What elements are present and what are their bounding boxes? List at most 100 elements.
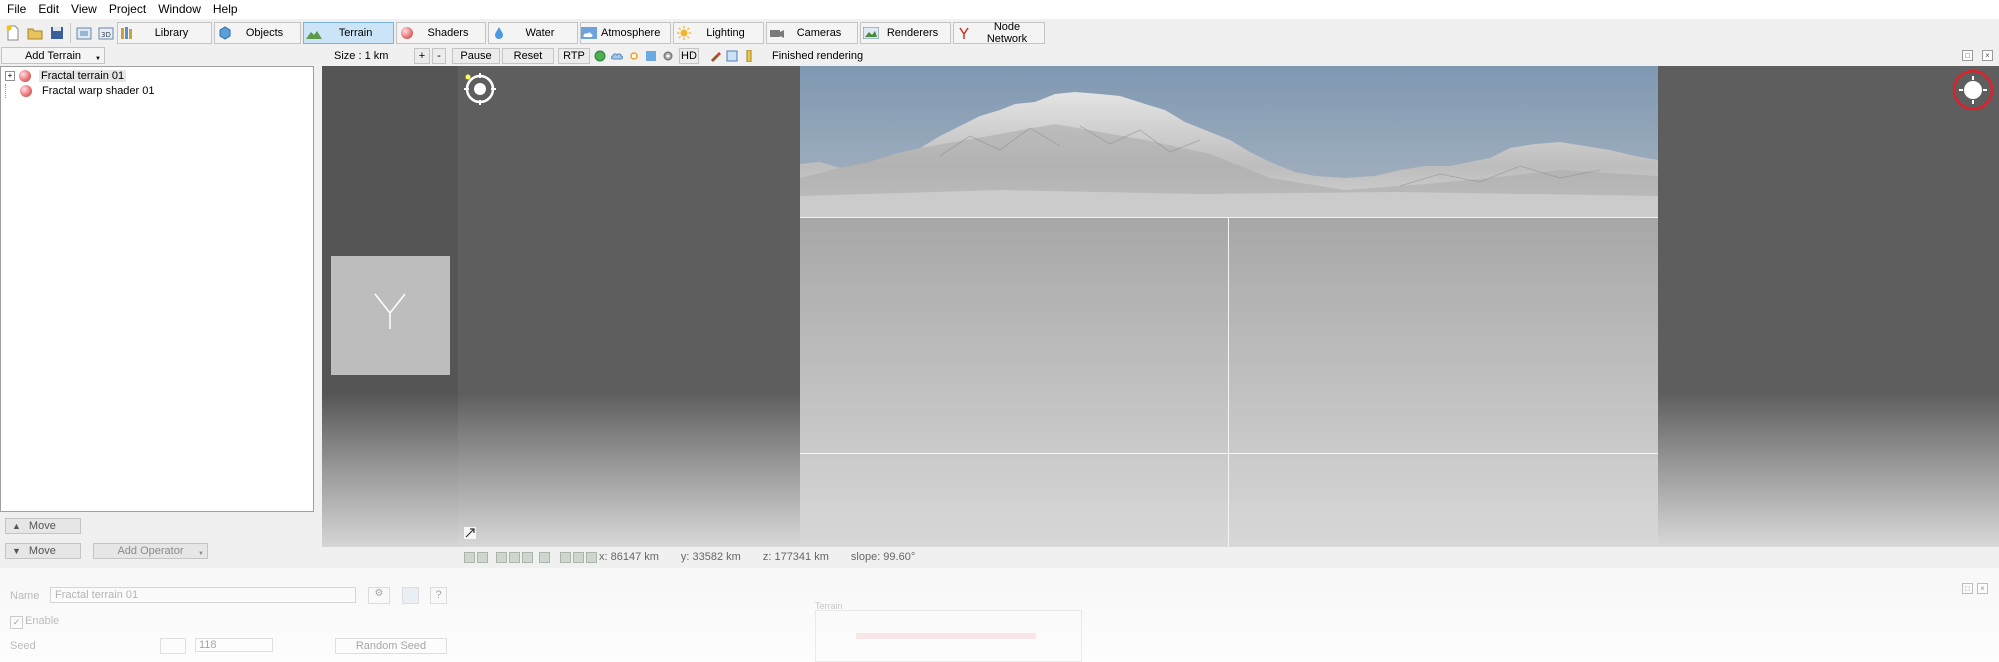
name-field[interactable]: Fractal terrain 01	[50, 587, 356, 603]
tab-renderers-label: Renderers	[886, 26, 939, 39]
tab-water[interactable]: Water	[488, 21, 578, 44]
x-coordinate: x: 86147 km	[599, 551, 659, 563]
rendered-ground	[800, 217, 1658, 547]
terrain-view-icon[interactable]	[464, 551, 475, 563]
tab-library[interactable]: Library	[117, 21, 212, 44]
enable-checkbox[interactable]: ✓	[10, 616, 23, 629]
tab-shaders-label: Shaders	[427, 26, 469, 39]
cameras-icon	[767, 23, 787, 43]
node-preview-icon[interactable]	[402, 587, 419, 604]
add-terrain-button[interactable]: Add Terrain ▼	[1, 47, 105, 64]
close-panel-icon[interactable]: ×	[1977, 583, 1988, 594]
rtp-button[interactable]: RTP	[558, 48, 590, 64]
new-file-icon[interactable]	[2, 22, 24, 44]
reset-button[interactable]: Reset	[502, 48, 554, 64]
shaders-icon	[397, 23, 417, 43]
slope-readout: slope: 99.60°	[850, 551, 916, 563]
ruler-icon[interactable]	[741, 48, 757, 64]
menu-edit[interactable]: Edit	[32, 0, 65, 19]
close-window-icon[interactable]: ×	[1982, 50, 1993, 61]
tab-terrain[interactable]: Terrain	[303, 21, 394, 44]
water-icon	[489, 23, 509, 43]
zoom-out-button[interactable]: -	[432, 48, 446, 64]
shader-sphere-icon	[19, 69, 31, 82]
renderers-icon	[861, 23, 881, 43]
focus-icon[interactable]	[573, 551, 584, 563]
navigation-compass-icon[interactable]	[464, 73, 496, 108]
restore-panel-icon[interactable]: □	[1962, 583, 1973, 594]
render-window-icon[interactable]	[73, 22, 95, 44]
rendered-sky	[800, 66, 1658, 217]
pointer-icon[interactable]	[586, 551, 597, 563]
pause-button[interactable]: Pause	[452, 48, 500, 64]
tab-node-network-label: Node Network	[986, 20, 1028, 45]
viewport-status-bar: x: 86147 km y: 33582 km z: 177341 km slo…	[458, 549, 1999, 565]
terrain-icon	[304, 23, 324, 43]
sun-toggle-icon[interactable]	[626, 48, 642, 64]
tab-objects-label: Objects	[245, 26, 284, 39]
cloud-toggle-icon[interactable]	[609, 48, 625, 64]
camera-axis-icon	[374, 293, 406, 329]
name-label: Name	[10, 590, 40, 602]
add-operator-button[interactable]: Add Operator ▼	[93, 543, 208, 559]
terrain-graph-preview	[815, 610, 1082, 662]
camera-shaded-icon[interactable]	[509, 551, 520, 563]
help-icon[interactable]: ?	[430, 587, 447, 604]
tab-node-network[interactable]: Node Network	[953, 20, 1045, 45]
save-icon[interactable]	[46, 22, 68, 44]
tab-lighting[interactable]: Lighting	[673, 21, 764, 44]
camera-extra-icon[interactable]	[522, 551, 533, 563]
render-status: Finished rendering	[772, 50, 864, 62]
open-folder-icon[interactable]	[24, 22, 46, 44]
water-toggle-icon[interactable]	[643, 48, 659, 64]
tree-item-fractal-terrain[interactable]: + Fractal terrain 01	[5, 68, 127, 83]
menu-help[interactable]: Help	[207, 0, 244, 19]
tree-connector	[5, 83, 14, 98]
tab-atmosphere-label: Atmosphere	[601, 26, 661, 39]
menu-project[interactable]: Project	[103, 0, 152, 19]
crop-icon[interactable]	[724, 48, 740, 64]
menu-view[interactable]: View	[65, 0, 103, 19]
move-up-button[interactable]: ▲ Move	[5, 518, 81, 534]
refresh-icon[interactable]	[539, 551, 550, 563]
move-down-label: Move	[28, 545, 56, 557]
sphere-preview-icon[interactable]	[592, 48, 608, 64]
menu-file[interactable]: File	[0, 0, 32, 19]
restore-window-icon[interactable]: □	[1962, 50, 1973, 61]
menu-window[interactable]: Window	[152, 0, 207, 19]
tab-cameras[interactable]: Cameras	[766, 21, 858, 44]
seed-spinner[interactable]	[160, 638, 186, 654]
terrain-shaded-icon[interactable]	[477, 551, 488, 563]
eye-icon[interactable]	[560, 551, 571, 563]
tab-terrain-label: Terrain	[338, 26, 373, 39]
svg-text:3D: 3D	[101, 31, 111, 39]
zoom-in-button[interactable]: +	[414, 48, 430, 64]
render-3d-icon[interactable]: 3D	[95, 22, 117, 44]
camera-preview-thumbnail[interactable]	[331, 256, 450, 375]
tab-shaders[interactable]: Shaders	[396, 21, 486, 44]
expand-icon[interactable]: +	[5, 70, 15, 81]
node-network-icon	[954, 23, 974, 43]
toolbar-separator	[70, 22, 71, 43]
seed-field[interactable]: 118	[195, 638, 273, 652]
move-down-button[interactable]: ▼ Move	[5, 543, 81, 559]
hd-button[interactable]: HD	[679, 48, 699, 64]
node-options-icon[interactable]: ⚙	[368, 587, 390, 604]
render-viewport[interactable]	[322, 66, 1999, 547]
tab-renderers[interactable]: Renderers	[860, 21, 951, 44]
tree-item-fractal-warp-shader[interactable]: Fractal warp shader 01	[5, 83, 157, 98]
tree-item-label: Fractal warp shader 01	[42, 84, 155, 97]
tree-item-label: Fractal terrain 01	[39, 69, 127, 82]
brush-icon[interactable]	[707, 48, 723, 64]
gear-icon[interactable]	[660, 48, 676, 64]
node-properties-panel: Name Fractal terrain 01 ⚙ ? ✓ Enable See…	[0, 568, 1999, 662]
arrow-down-icon: ▼	[12, 546, 21, 556]
tab-atmosphere[interactable]: Atmosphere	[580, 21, 671, 44]
camera-view-icon[interactable]	[496, 551, 507, 563]
expand-view-icon[interactable]	[464, 527, 476, 542]
random-seed-button[interactable]: Random Seed	[335, 638, 447, 654]
render-controls: Size : 1 km + - Pause Reset RTP HD Finis…	[320, 47, 1999, 65]
mountain-range-render	[800, 92, 1658, 217]
highlighted-sun-target-icon[interactable]	[1952, 69, 1994, 114]
tab-objects[interactable]: Objects	[214, 21, 301, 44]
